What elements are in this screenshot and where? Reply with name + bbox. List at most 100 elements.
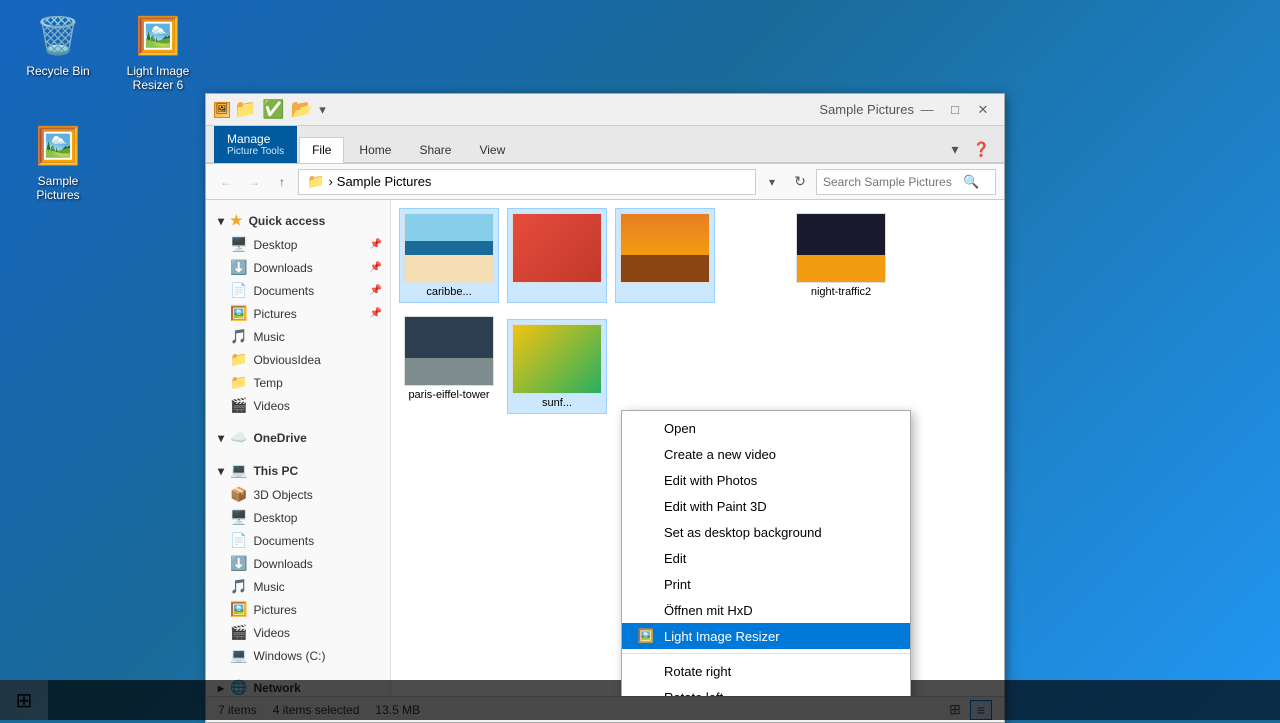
desktop-icon-light-image-resizer[interactable]: 🖼️ Light Image Resizer 6 [118,8,198,96]
desktop-sidebar-icon: 🖥️ [230,236,247,253]
ctx-hxd-icon [638,602,654,618]
file-item-chrysanthemum[interactable] [507,208,607,303]
pc-documents-icon: 📄 [230,532,247,549]
sidebar-pc-documents-label: Documents [253,534,314,548]
sidebar-thispc-header[interactable]: ▾ 💻 This PC [206,458,390,483]
sidebar-item-pictures[interactable]: 🖼️ Pictures 📌 [206,302,390,325]
qat-icon1[interactable]: 📁 [234,99,256,120]
tab-share[interactable]: Share [406,137,464,162]
desktop-icon-recycle-bin[interactable]: 🗑️ Recycle Bin [18,8,98,82]
start-button[interactable]: ⊞ [0,680,48,720]
sidebar-quick-access-header[interactable]: ▾ ★ Quick access [206,208,390,233]
pc-music-icon: 🎵 [230,578,247,595]
sidebar-item-pc-videos[interactable]: 🎬 Videos [206,621,390,644]
address-path[interactable]: 📁 › Sample Pictures [298,169,756,195]
sidebar-separator-3 [206,667,390,675]
ribbon-collapse-btn[interactable]: ▾ [946,137,965,162]
sidebar-item-pc-pictures[interactable]: 🖼️ Pictures [206,598,390,621]
ctx-set-desktop-bg[interactable]: Set as desktop background [622,519,910,545]
tab-file[interactable]: File [299,137,344,163]
sidebar-item-pc-music[interactable]: 🎵 Music [206,575,390,598]
search-icon[interactable]: 🔍 [963,174,979,190]
help-btn[interactable]: ❓ [967,137,996,162]
ctx-edit-with-photos[interactable]: Edit with Photos [622,467,910,493]
sidebar-item-obviousidea[interactable]: 📁 ObviousIdea [206,348,390,371]
dropdown-btn[interactable]: ▾ [760,170,784,194]
file-item-caribbean[interactable]: caribbe... [399,208,499,303]
main-content: ▾ ★ Quick access 🖥️ Desktop 📌 ⬇️ Downloa… [206,200,1004,696]
sidebar-item-pc-downloads[interactable]: ⬇️ Downloads [206,552,390,575]
start-icon: ⊞ [16,688,33,713]
file-name-eiffel: paris-eiffel-tower [408,389,489,401]
manage-tab-label: Manage [227,132,270,146]
ctx-rotate-left[interactable]: Rotate left [622,684,910,696]
sidebar-item-downloads[interactable]: ⬇️ Downloads 📌 [206,256,390,279]
file-thumb-chrysanthemum [512,213,602,283]
ctx-paint3d-label: Edit with Paint 3D [664,499,767,514]
qat-dropdown[interactable]: ▾ [319,102,326,118]
sidebar: ▾ ★ Quick access 🖥️ Desktop 📌 ⬇️ Downloa… [206,200,391,696]
minimize-button[interactable]: — [914,100,940,120]
sidebar-item-pc-desktop[interactable]: 🖥️ Desktop [206,506,390,529]
ctx-open[interactable]: Open [622,415,910,441]
sidebar-documents-label: Documents [253,284,314,298]
tab-view[interactable]: View [466,137,518,162]
sidebar-pc-videos-label: Videos [253,626,289,640]
sidebar-item-3d-objects[interactable]: 📦 3D Objects [206,483,390,506]
forward-button[interactable]: → [242,170,266,194]
ctx-lir-icon: 🖼️ [638,628,654,644]
tab-home[interactable]: Home [346,137,404,162]
documents-sidebar-icon: 📄 [230,282,247,299]
file-item-night-traffic[interactable]: night-traffic2 [791,208,891,303]
sidebar-pc-downloads-label: Downloads [253,557,312,571]
context-menu: Open Create a new video Edit with Photos… [621,410,911,696]
pc-pictures-icon: 🖼️ [230,601,247,618]
ctx-rotate-right[interactable]: Rotate right [622,658,910,684]
sidebar-item-desktop[interactable]: 🖥️ Desktop 📌 [206,233,390,256]
back-button[interactable]: ← [214,170,238,194]
sidebar-pc-desktop-label: Desktop [253,511,297,525]
sidebar-item-documents[interactable]: 📄 Documents 📌 [206,279,390,302]
ctx-rotate-right-icon [638,663,654,679]
ctx-create-new-video[interactable]: Create a new video [622,441,910,467]
file-item-sunflower[interactable]: sunf... [507,319,607,414]
onedrive-icon: ☁️ [230,429,247,446]
ctx-print-label: Print [664,577,691,592]
qat-icon2[interactable]: ✅ [262,99,284,120]
maximize-button[interactable]: □ [942,100,968,120]
onedrive-arrow: ▾ [218,431,224,445]
sidebar-item-pc-documents[interactable]: 📄 Documents [206,529,390,552]
sidebar-item-temp[interactable]: 📁 Temp [206,371,390,394]
spacer [723,208,783,303]
sidebar-videos-label: Videos [253,399,289,413]
sidebar-item-music[interactable]: 🎵 Music [206,325,390,348]
ctx-edit-paint3d[interactable]: Edit with Paint 3D [622,493,910,519]
ctx-edit[interactable]: Edit [622,545,910,571]
sidebar-onedrive-header[interactable]: ▾ ☁️ OneDrive [206,425,390,450]
refresh-button[interactable]: ↻ [788,170,812,194]
ctx-open-hxd[interactable]: Öffnen mit HxD [622,597,910,623]
file-item-desert[interactable] [615,208,715,303]
up-button[interactable]: ↑ [270,170,294,194]
sidebar-item-videos[interactable]: 🎬 Videos [206,394,390,417]
sidebar-desktop-label: Desktop [253,238,297,252]
pc-desktop-icon: 🖥️ [230,509,247,526]
ctx-light-image-resizer[interactable]: 🖼️ Light Image Resizer [622,623,910,649]
close-button[interactable]: ✕ [970,100,996,120]
ribbon-tabs: Manage Picture Tools File Home Share Vie… [206,126,1004,163]
pictures-pin-icon: 📌 [370,308,382,319]
sidebar-item-windows-c[interactable]: 💻 Windows (C:) [206,644,390,667]
ctx-print-icon [638,576,654,592]
ctx-rotate-right-label: Rotate right [664,664,731,679]
desktop-icon-sample-pictures[interactable]: 🖼️ Sample Pictures [18,118,98,206]
search-input[interactable] [823,175,963,189]
desktop-pin-icon: 📌 [370,239,382,250]
file-item-paris-eiffel[interactable]: paris-eiffel-tower [399,311,499,414]
qat-icon3[interactable]: 📂 [291,99,313,120]
file-thumb-eiffel [404,316,494,386]
ctx-print[interactable]: Print [622,571,910,597]
tab-manage[interactable]: Manage Picture Tools [214,126,297,163]
onedrive-label: OneDrive [253,431,306,445]
ctx-rotate-left-label: Rotate left [664,690,723,697]
quick-access-label: Quick access [249,214,326,228]
